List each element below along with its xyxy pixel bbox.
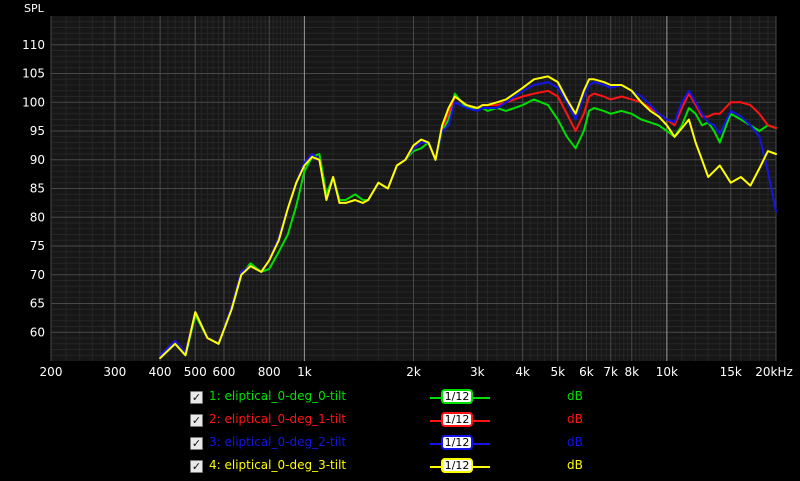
y-tick-label: 85: [30, 182, 45, 196]
smoothing-button[interactable]: 1/12: [441, 412, 473, 427]
x-tick-label: 15k: [720, 365, 742, 379]
unit-label: dB: [567, 389, 583, 403]
unit-label: dB: [567, 412, 583, 426]
series-name: 2: eliptical_0-deg_1-tilt: [209, 412, 347, 426]
series-visibility-checkbox[interactable]: ✓: [190, 437, 203, 450]
unit-label: dB: [567, 435, 583, 449]
y-tick-label: 70: [30, 268, 45, 282]
x-tick-label: 8k: [624, 365, 639, 379]
legend-row: ✓ 3: eliptical_0-deg_2-tilt 1/12 dB: [0, 434, 800, 456]
x-tick-label: 6k: [579, 365, 594, 379]
x-tick-label: 20kHz: [755, 365, 793, 379]
series-name: 1: eliptical_0-deg_0-tilt: [209, 389, 347, 403]
legend-row: ✓ 4: eliptical_0-deg_3-tilt 1/12 dB: [0, 457, 800, 479]
legend-row: ✓ 1: eliptical_0-deg_0-tilt 1/12 dB: [0, 388, 800, 410]
x-tick-label: 1k: [297, 365, 312, 379]
x-tick-label: 4k: [515, 365, 530, 379]
x-tick-label: 500: [184, 365, 207, 379]
y-tick-label: 80: [30, 210, 45, 224]
y-tick-label: 100: [22, 95, 45, 109]
x-tick-label: 800: [258, 365, 281, 379]
y-tick-label: 90: [30, 153, 45, 167]
legend: ✓ 1: eliptical_0-deg_0-tilt 1/12 dB ✓ 2:…: [0, 385, 800, 481]
x-tick-label: 300: [103, 365, 126, 379]
series-name: 3: eliptical_0-deg_2-tilt: [209, 435, 347, 449]
y-tick-label: 110: [22, 38, 45, 52]
x-tick-label: 5k: [550, 365, 565, 379]
smoothing-button[interactable]: 1/12: [441, 458, 473, 473]
spl-chart: 60 65 70 75 80 85 90 95 100 105 110 200 300 400 500 600…: [0, 0, 800, 385]
x-tick-label: 3k: [470, 365, 485, 379]
y-axis-label: SPL: [24, 2, 45, 15]
y-tick-label: 60: [30, 325, 45, 339]
y-tick-label: 105: [22, 67, 45, 81]
series-name: 4: eliptical_0-deg_3-tilt: [209, 458, 347, 472]
y-tick-label: 95: [30, 124, 45, 138]
y-tick-label: 75: [30, 239, 45, 253]
x-tick-label: 200: [40, 365, 63, 379]
x-tick-label: 2k: [406, 365, 421, 379]
smoothing-button[interactable]: 1/12: [441, 389, 473, 404]
smoothing-button[interactable]: 1/12: [441, 435, 473, 450]
x-tick-label: 600: [213, 365, 236, 379]
grid: [50, 16, 777, 361]
legend-row: ✓ 2: eliptical_0-deg_1-tilt 1/12 dB: [0, 411, 800, 433]
x-tick-label: 10k: [656, 365, 678, 379]
series-visibility-checkbox[interactable]: ✓: [190, 414, 203, 427]
series-visibility-checkbox[interactable]: ✓: [190, 391, 203, 404]
x-tick-label: 400: [149, 365, 172, 379]
series-visibility-checkbox[interactable]: ✓: [190, 460, 203, 473]
x-tick-label: 7k: [603, 365, 618, 379]
y-tick-label: 65: [30, 297, 45, 311]
unit-label: dB: [567, 458, 583, 472]
